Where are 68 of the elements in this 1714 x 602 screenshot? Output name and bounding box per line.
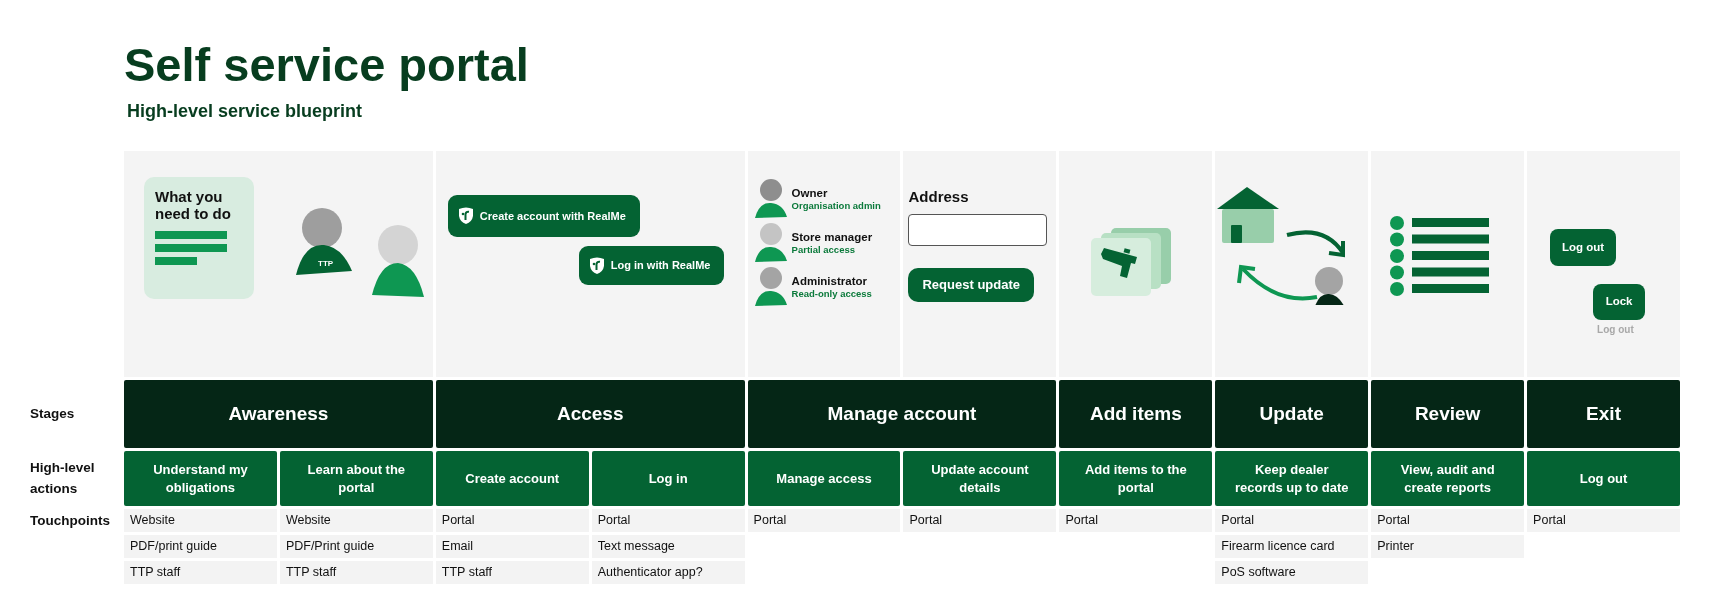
touchpoint-cell: Portal bbox=[903, 509, 1057, 533]
role-access: Read-only access bbox=[791, 287, 872, 300]
stage-header: Manage account bbox=[747, 380, 1057, 449]
touchpoint-cell: Portal bbox=[1527, 509, 1680, 533]
page-title: Self service portal bbox=[124, 38, 530, 93]
touchpoint-cell: Portal bbox=[1371, 509, 1525, 533]
page-subtitle: High-level service blueprint bbox=[127, 100, 364, 124]
person-icon bbox=[370, 225, 426, 298]
person-icon bbox=[753, 267, 788, 308]
touchpoint-cell: Firearm licence card bbox=[1215, 535, 1369, 559]
touchpoint-cell: Printer bbox=[1371, 535, 1525, 559]
action-header: Log out bbox=[1527, 451, 1680, 507]
row-label: Stages bbox=[30, 404, 76, 423]
touchpoint-cell: Email bbox=[435, 535, 589, 559]
action-header: Log in bbox=[591, 451, 745, 507]
action-header: Add items to the portal bbox=[1059, 451, 1213, 507]
realme-logo-icon bbox=[457, 207, 474, 226]
stage-header: Review bbox=[1371, 380, 1525, 449]
list-icon bbox=[1389, 216, 1490, 299]
realme-button[interactable]: Log in with RealMe bbox=[578, 246, 725, 286]
action-header: Manage access bbox=[747, 451, 901, 507]
touchpoint-cell: Portal bbox=[435, 509, 589, 533]
touchpoint-cell: Portal bbox=[1059, 509, 1213, 533]
faint-caption: Log out bbox=[1597, 323, 1634, 338]
role-name: Administrator bbox=[791, 275, 868, 288]
touchpoint-cell: Portal bbox=[1215, 509, 1369, 533]
address-field[interactable] bbox=[908, 213, 1048, 246]
touchpoint-cell: PDF/print guide bbox=[124, 535, 277, 559]
text-lines-icon bbox=[155, 230, 227, 267]
role-access: Partial access bbox=[791, 243, 856, 256]
logout-button[interactable]: Log out bbox=[1550, 229, 1617, 267]
field-label: Address bbox=[908, 187, 970, 208]
person-icon bbox=[753, 223, 788, 264]
realme-logo-icon bbox=[588, 256, 605, 275]
touchpoint-cell: TTP staff bbox=[435, 561, 589, 585]
touchpoint-cell: Text message bbox=[591, 535, 745, 559]
badge-label: TTP bbox=[318, 259, 334, 269]
action-header: Create account bbox=[435, 451, 589, 507]
touchpoint-cell: Portal bbox=[591, 509, 745, 533]
row-label: Touchpoints bbox=[30, 512, 111, 531]
touchpoint-cell: PoS software bbox=[1215, 561, 1369, 585]
action-header: Understand my obligations bbox=[124, 451, 277, 507]
touchpoint-cell: TTP staff bbox=[279, 561, 433, 585]
stage-header: Awareness bbox=[124, 380, 433, 449]
role-name: Owner bbox=[791, 187, 829, 200]
request-update-button[interactable]: Request update bbox=[908, 267, 1034, 302]
action-header: Learn about the portal bbox=[279, 451, 433, 507]
touchpoint-cell: Website bbox=[279, 509, 433, 533]
stage-header: Add items bbox=[1059, 380, 1213, 449]
touchpoint-cell: TTP staff bbox=[124, 561, 277, 585]
action-header: View, audit and create reports bbox=[1371, 451, 1525, 507]
touchpoint-cell: Portal bbox=[747, 509, 901, 533]
lock-button[interactable]: Lock bbox=[1593, 284, 1646, 321]
handgun-cards-icon bbox=[1090, 228, 1171, 297]
touchpoint-cell: PDF/Print guide bbox=[279, 535, 433, 559]
action-header: Keep dealer records up to date bbox=[1215, 451, 1369, 507]
touchpoint-cell: Authenticator app? bbox=[591, 561, 745, 585]
stage-header: Access bbox=[435, 380, 745, 449]
role-access: Organisation admin bbox=[791, 199, 881, 212]
stage-header: Update bbox=[1215, 380, 1369, 449]
action-header: Update account details bbox=[903, 451, 1057, 507]
touchpoint-cell: Website bbox=[124, 509, 277, 533]
stage-header: Exit bbox=[1527, 380, 1680, 449]
person-icon bbox=[753, 179, 788, 220]
row-label: High-level actions bbox=[30, 459, 96, 498]
role-name: Store manager bbox=[791, 231, 873, 244]
realme-button[interactable]: Create account with RealMe bbox=[447, 195, 640, 238]
card-title: What you need to do bbox=[155, 188, 232, 223]
